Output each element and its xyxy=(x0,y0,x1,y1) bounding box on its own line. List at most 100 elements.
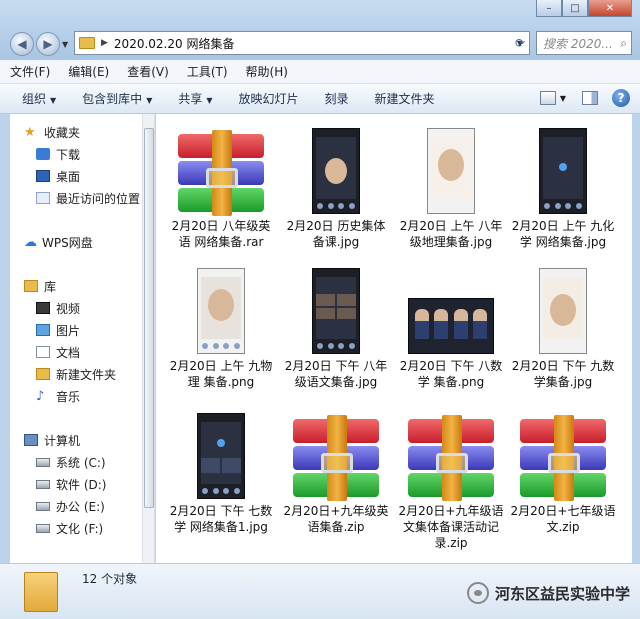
refresh-button[interactable]: ⟳ xyxy=(510,33,530,53)
file-item[interactable]: 2月20日 上午 九化学 网络集备.jpg xyxy=(508,124,618,250)
help-icon[interactable]: ? xyxy=(612,89,630,107)
file-item[interactable]: 2月20日 下午 八年级语文集备.jpg xyxy=(281,264,391,390)
share-label: 共享 xyxy=(178,92,203,106)
search-input[interactable]: 搜索 2020... ⌕ xyxy=(536,31,632,55)
file-name: 2月20日 上午 八年级地理集备.jpg xyxy=(399,219,503,249)
window-controls: – □ ✕ xyxy=(536,0,632,17)
file-name: 2月20日 上午 九物理 集备.png xyxy=(169,359,273,389)
file-name: 2月20日 下午 七数学 网络集备1.jpg xyxy=(169,504,273,534)
include-in-library-button[interactable]: 包含到库中 ▼ xyxy=(82,90,152,107)
watermark: 河东区益民实验中学 xyxy=(466,582,630,604)
nav-item-desktop[interactable]: 桌面 xyxy=(36,166,80,186)
file-item[interactable]: 2月20日+七年级语文.zip xyxy=(508,409,618,535)
file-name: 2月20日+九年级语文集体备课活动记录.zip xyxy=(398,504,504,550)
nav-item-label: 最近访问的位置 xyxy=(56,191,141,206)
file-item[interactable]: 2月20日+九年级英语集备.zip xyxy=(281,409,391,535)
burn-button[interactable]: 刻录 xyxy=(325,90,349,107)
back-button[interactable]: ◀ xyxy=(10,32,34,56)
file-item[interactable]: 2月20日 上午 九物理 集备.png xyxy=(166,264,276,390)
chevron-right-icon[interactable]: ▶ xyxy=(101,38,108,48)
nav-scrollbar[interactable] xyxy=(142,114,154,563)
image-thumbnail xyxy=(408,298,494,354)
nav-item-label: 系统 (C:) xyxy=(56,455,106,470)
new-folder-button[interactable]: 新建文件夹 xyxy=(375,90,435,107)
nav-item-downloads[interactable]: 下载 xyxy=(36,144,80,164)
image-thumbnail xyxy=(539,128,587,214)
folder-icon xyxy=(24,572,58,612)
arrow-left-icon: ◀ xyxy=(17,37,27,51)
file-item[interactable]: 2月20日 下午 九数学集备.jpg xyxy=(508,264,618,390)
maximize-button[interactable]: □ xyxy=(562,0,588,17)
nav-wps-drive[interactable]: ☁ WPS网盘 xyxy=(24,232,93,252)
drive-icon xyxy=(36,501,50,511)
nav-drive-e[interactable]: 办公 (E:) xyxy=(36,496,105,516)
winrar-archive-icon xyxy=(520,415,606,501)
nav-item-new-folder[interactable]: 新建文件夹 xyxy=(36,364,116,384)
picture-library-icon xyxy=(36,324,50,336)
drive-icon xyxy=(36,479,50,489)
nav-item-pictures[interactable]: 图片 xyxy=(36,320,80,340)
nav-item-label: 新建文件夹 xyxy=(56,367,117,382)
file-item[interactable]: 2月20日+九年级语文集体备课活动记录.zip xyxy=(396,409,506,551)
nav-item-recent[interactable]: 最近访问的位置 xyxy=(36,188,140,208)
computer-icon xyxy=(24,434,38,446)
title-bar: – □ ✕ ◀ ▶ ▼ ▶ 2020.02.20 网络集备 ▼ ⟳ 搜索 202… xyxy=(0,0,640,60)
file-item[interactable]: 2月20日 上午 八年级地理集备.jpg xyxy=(396,124,506,250)
winrar-archive-icon xyxy=(293,415,379,501)
image-thumbnail xyxy=(197,268,245,354)
nav-drive-f[interactable]: 文化 (F:) xyxy=(36,518,103,538)
nav-computer[interactable]: 计算机 xyxy=(24,430,80,450)
minimize-button[interactable]: – xyxy=(536,0,562,17)
slideshow-button[interactable]: 放映幻灯片 xyxy=(239,90,299,107)
drive-icon xyxy=(36,523,50,533)
address-path[interactable]: 2020.02.20 网络集备 xyxy=(114,35,235,52)
nav-favorites[interactable]: ★ 收藏夹 xyxy=(24,122,80,142)
winrar-archive-icon xyxy=(408,415,494,501)
document-library-icon xyxy=(36,346,50,358)
organize-button[interactable]: 组织 ▼ xyxy=(22,90,56,107)
file-name: 2月20日 下午 八年级语文集备.jpg xyxy=(284,359,388,389)
nav-item-videos[interactable]: 视频 xyxy=(36,298,80,318)
chevron-down-icon: ▼ xyxy=(206,96,213,105)
organize-label: 组织 xyxy=(22,92,47,106)
file-name: 2月20日+七年级语文.zip xyxy=(510,504,616,534)
address-bar[interactable]: ▶ 2020.02.20 网络集备 ▼ xyxy=(74,31,530,55)
nav-libraries-label: 库 xyxy=(44,279,57,294)
nav-item-documents[interactable]: 文档 xyxy=(36,342,80,362)
menu-tools[interactable]: 工具(T) xyxy=(187,63,228,80)
nav-item-music[interactable]: ♪ 音乐 xyxy=(36,386,80,406)
menu-edit[interactable]: 编辑(E) xyxy=(68,63,109,80)
arrow-right-icon: ▶ xyxy=(43,37,53,51)
menu-file[interactable]: 文件(F) xyxy=(10,63,50,80)
include-in-library-label: 包含到库中 xyxy=(82,92,143,106)
share-button[interactable]: 共享 ▼ xyxy=(178,90,212,107)
command-bar: 组织 ▼ 包含到库中 ▼ 共享 ▼ 放映幻灯片 刻录 新建文件夹 ▼ ? xyxy=(0,84,640,114)
search-icon[interactable]: ⌕ xyxy=(620,36,627,51)
music-note-icon: ♪ xyxy=(36,388,45,404)
recent-pages-dropdown[interactable]: ▼ xyxy=(62,40,68,49)
close-button[interactable]: ✕ xyxy=(588,0,632,17)
nav-drive-d[interactable]: 软件 (D:) xyxy=(36,474,106,494)
file-name: 2月20日+九年级英语集备.zip xyxy=(283,504,389,534)
file-item[interactable]: 2月20日 下午 八数学 集备.png xyxy=(396,264,506,390)
file-item[interactable]: 2月20日 八年级英语 网络集备.rar xyxy=(166,124,276,250)
nav-favorites-label: 收藏夹 xyxy=(44,125,81,140)
nav-item-label: 视频 xyxy=(56,301,81,316)
watermark-text: 河东区益民实验中学 xyxy=(494,584,630,603)
file-item[interactable]: 2月20日 历史集体备课.jpg xyxy=(281,124,391,250)
nav-scrollbar-thumb[interactable] xyxy=(144,128,154,508)
nav-item-label: 下载 xyxy=(56,147,81,162)
file-list: 2月20日 八年级英语 网络集备.rar 2月20日 历史集体备课.jpg 2月… xyxy=(156,114,632,563)
forward-button[interactable]: ▶ xyxy=(36,32,60,56)
preview-pane-icon[interactable] xyxy=(582,91,598,105)
nav-libraries[interactable]: 库 xyxy=(24,276,56,296)
chevron-down-icon[interactable]: ▼ xyxy=(560,94,566,103)
menu-help[interactable]: 帮助(H) xyxy=(246,63,288,80)
nav-drive-c[interactable]: 系统 (C:) xyxy=(36,452,106,472)
menu-view[interactable]: 查看(V) xyxy=(127,63,169,80)
view-options-icon[interactable] xyxy=(539,91,556,105)
file-item[interactable]: 2月20日 下午 七数学 网络集备1.jpg xyxy=(166,409,276,535)
winrar-archive-icon xyxy=(178,130,264,216)
status-bar: 12 个对象 河东区益民实验中学 xyxy=(0,563,640,619)
nav-computer-label: 计算机 xyxy=(44,433,81,448)
